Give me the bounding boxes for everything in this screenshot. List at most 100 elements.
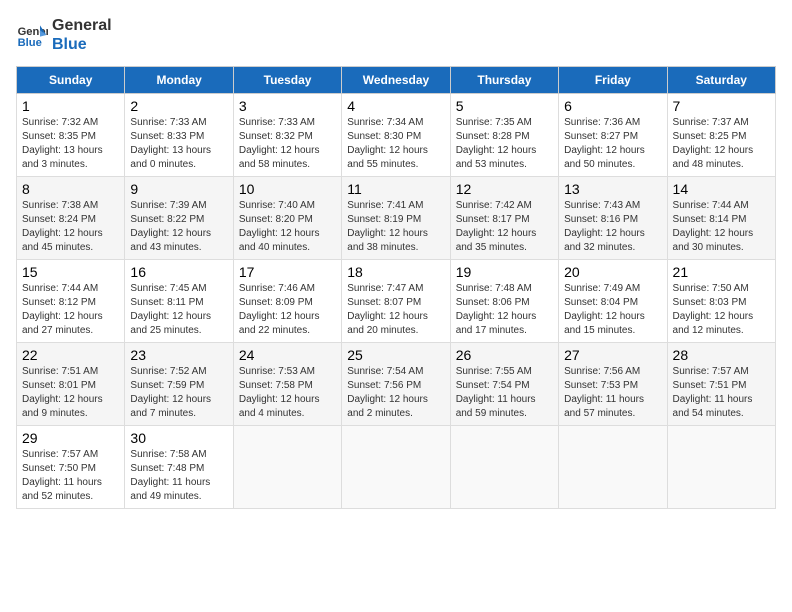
day-info: Sunrise: 7:40 AMSunset: 8:20 PMDaylight:…	[239, 199, 336, 255]
day-number: 15	[22, 264, 119, 280]
week-row-4: 29 Sunrise: 7:57 AMSunset: 7:50 PMDayligh…	[17, 426, 776, 509]
day-info: Sunrise: 7:55 AMSunset: 7:54 PMDaylight:…	[456, 365, 553, 421]
calendar-cell: 25 Sunrise: 7:54 AMSunset: 7:56 PMDayligh…	[342, 343, 450, 426]
day-info: Sunrise: 7:33 AMSunset: 8:32 PMDaylight:…	[239, 116, 336, 172]
day-info: Sunrise: 7:54 AMSunset: 7:56 PMDaylight:…	[347, 365, 444, 421]
calendar-cell: 19 Sunrise: 7:48 AMSunset: 8:06 PMDayligh…	[450, 260, 558, 343]
day-number: 20	[564, 264, 661, 280]
day-number: 22	[22, 347, 119, 363]
day-info: Sunrise: 7:57 AMSunset: 7:50 PMDaylight:…	[22, 448, 119, 504]
day-info: Sunrise: 7:33 AMSunset: 8:33 PMDaylight:…	[130, 116, 227, 172]
calendar-table: SundayMondayTuesdayWednesdayThursdayFrid…	[16, 66, 776, 509]
day-header-tuesday: Tuesday	[233, 67, 341, 94]
day-number: 30	[130, 430, 227, 446]
day-info: Sunrise: 7:53 AMSunset: 7:58 PMDaylight:…	[239, 365, 336, 421]
calendar-cell: 17 Sunrise: 7:46 AMSunset: 8:09 PMDayligh…	[233, 260, 341, 343]
calendar-cell: 5 Sunrise: 7:35 AMSunset: 8:28 PMDaylight…	[450, 94, 558, 177]
day-number: 13	[564, 181, 661, 197]
day-number: 23	[130, 347, 227, 363]
day-header-monday: Monday	[125, 67, 233, 94]
page-header: General Blue General Blue	[16, 16, 776, 54]
day-number: 12	[456, 181, 553, 197]
day-number: 9	[130, 181, 227, 197]
day-number: 19	[456, 264, 553, 280]
calendar-cell	[342, 426, 450, 509]
day-number: 4	[347, 98, 444, 114]
calendar-cell: 15Sunrise: 7:44 AMSunset: 8:12 PMDayligh…	[17, 260, 125, 343]
calendar-cell: 11Sunrise: 7:41 AMSunset: 8:19 PMDayligh…	[342, 177, 450, 260]
calendar-cell: 24 Sunrise: 7:53 AMSunset: 7:58 PMDayligh…	[233, 343, 341, 426]
day-info: Sunrise: 7:43 AMSunset: 8:16 PMDaylight:…	[564, 199, 661, 255]
day-number: 1	[22, 98, 119, 114]
calendar-cell: 30 Sunrise: 7:58 AMSunset: 7:48 PMDayligh…	[125, 426, 233, 509]
day-number: 2	[130, 98, 227, 114]
day-header-wednesday: Wednesday	[342, 67, 450, 94]
day-info: Sunrise: 7:36 AMSunset: 8:27 PMDaylight:…	[564, 116, 661, 172]
calendar-cell	[667, 426, 775, 509]
day-number: 27	[564, 347, 661, 363]
calendar-header-row: SundayMondayTuesdayWednesdayThursdayFrid…	[17, 67, 776, 94]
day-info: Sunrise: 7:57 AMSunset: 7:51 PMDaylight:…	[673, 365, 770, 421]
day-info: Sunrise: 7:50 AMSunset: 8:03 PMDaylight:…	[673, 282, 770, 338]
calendar-cell: 4 Sunrise: 7:34 AMSunset: 8:30 PMDaylight…	[342, 94, 450, 177]
calendar-cell: 2 Sunrise: 7:33 AMSunset: 8:33 PMDaylight…	[125, 94, 233, 177]
day-number: 17	[239, 264, 336, 280]
day-info: Sunrise: 7:34 AMSunset: 8:30 PMDaylight:…	[347, 116, 444, 172]
calendar-cell: 29 Sunrise: 7:57 AMSunset: 7:50 PMDayligh…	[17, 426, 125, 509]
svg-text:Blue: Blue	[18, 37, 42, 49]
calendar-cell: 3 Sunrise: 7:33 AMSunset: 8:32 PMDaylight…	[233, 94, 341, 177]
day-number: 29	[22, 430, 119, 446]
day-info: Sunrise: 7:35 AMSunset: 8:28 PMDaylight:…	[456, 116, 553, 172]
day-number: 18	[347, 264, 444, 280]
calendar-cell: 12 Sunrise: 7:42 AMSunset: 8:17 PMDayligh…	[450, 177, 558, 260]
logo-icon: General Blue	[16, 19, 48, 51]
day-number: 10	[239, 181, 336, 197]
day-number: 3	[239, 98, 336, 114]
day-info: Sunrise: 7:51 AMSunset: 8:01 PMDaylight:…	[22, 365, 119, 421]
calendar-cell: 27 Sunrise: 7:56 AMSunset: 7:53 PMDayligh…	[559, 343, 667, 426]
day-info: Sunrise: 7:32 AMSunset: 8:35 PMDaylight:…	[22, 116, 119, 172]
day-info: Sunrise: 7:52 AMSunset: 7:59 PMDaylight:…	[130, 365, 227, 421]
day-number: 14	[673, 181, 770, 197]
day-number: 25	[347, 347, 444, 363]
day-info: Sunrise: 7:45 AMSunset: 8:11 PMDaylight:…	[130, 282, 227, 338]
day-number: 16	[130, 264, 227, 280]
day-info: Sunrise: 7:46 AMSunset: 8:09 PMDaylight:…	[239, 282, 336, 338]
calendar-cell: 16 Sunrise: 7:45 AMSunset: 8:11 PMDayligh…	[125, 260, 233, 343]
calendar-cell: 21 Sunrise: 7:50 AMSunset: 8:03 PMDayligh…	[667, 260, 775, 343]
day-info: Sunrise: 7:39 AMSunset: 8:22 PMDaylight:…	[130, 199, 227, 255]
calendar-cell: 18 Sunrise: 7:47 AMSunset: 8:07 PMDayligh…	[342, 260, 450, 343]
week-row-3: 22 Sunrise: 7:51 AMSunset: 8:01 PMDayligh…	[17, 343, 776, 426]
calendar-cell: 22 Sunrise: 7:51 AMSunset: 8:01 PMDayligh…	[17, 343, 125, 426]
calendar-cell: 6Sunrise: 7:36 AMSunset: 8:27 PMDaylight…	[559, 94, 667, 177]
day-info: Sunrise: 7:48 AMSunset: 8:06 PMDaylight:…	[456, 282, 553, 338]
calendar-cell: 20Sunrise: 7:49 AMSunset: 8:04 PMDayligh…	[559, 260, 667, 343]
calendar-cell: 9 Sunrise: 7:39 AMSunset: 8:22 PMDaylight…	[125, 177, 233, 260]
day-info: Sunrise: 7:38 AMSunset: 8:24 PMDaylight:…	[22, 199, 119, 255]
day-header-saturday: Saturday	[667, 67, 775, 94]
day-header-friday: Friday	[559, 67, 667, 94]
week-row-1: 8 Sunrise: 7:38 AMSunset: 8:24 PMDaylight…	[17, 177, 776, 260]
day-number: 5	[456, 98, 553, 114]
day-info: Sunrise: 7:42 AMSunset: 8:17 PMDaylight:…	[456, 199, 553, 255]
day-info: Sunrise: 7:41 AMSunset: 8:19 PMDaylight:…	[347, 199, 444, 255]
day-info: Sunrise: 7:37 AMSunset: 8:25 PMDaylight:…	[673, 116, 770, 172]
day-number: 21	[673, 264, 770, 280]
calendar-cell: 7Sunrise: 7:37 AMSunset: 8:25 PMDaylight…	[667, 94, 775, 177]
logo-line1: General	[52, 16, 112, 35]
calendar-cell	[450, 426, 558, 509]
day-number: 26	[456, 347, 553, 363]
calendar-cell	[233, 426, 341, 509]
calendar-cell: 14 Sunrise: 7:44 AMSunset: 8:14 PMDayligh…	[667, 177, 775, 260]
calendar-cell: 26 Sunrise: 7:55 AMSunset: 7:54 PMDayligh…	[450, 343, 558, 426]
day-info: Sunrise: 7:47 AMSunset: 8:07 PMDaylight:…	[347, 282, 444, 338]
day-info: Sunrise: 7:56 AMSunset: 7:53 PMDaylight:…	[564, 365, 661, 421]
calendar-cell: 28 Sunrise: 7:57 AMSunset: 7:51 PMDayligh…	[667, 343, 775, 426]
day-number: 28	[673, 347, 770, 363]
week-row-2: 15Sunrise: 7:44 AMSunset: 8:12 PMDayligh…	[17, 260, 776, 343]
day-info: Sunrise: 7:58 AMSunset: 7:48 PMDaylight:…	[130, 448, 227, 504]
day-number: 8	[22, 181, 119, 197]
day-number: 24	[239, 347, 336, 363]
calendar-cell: 10 Sunrise: 7:40 AMSunset: 8:20 PMDayligh…	[233, 177, 341, 260]
day-info: Sunrise: 7:44 AMSunset: 8:14 PMDaylight:…	[673, 199, 770, 255]
